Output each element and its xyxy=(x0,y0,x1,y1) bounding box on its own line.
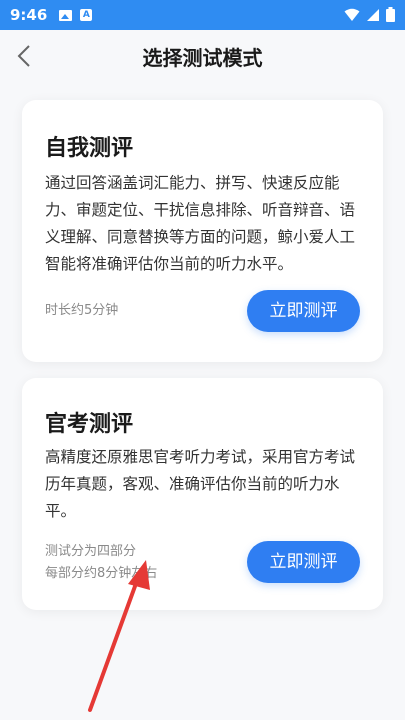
card-description: 高精度还原雅思官考听力考试，采用官方考试历年真题，客观、准确评估你当前的听力水平… xyxy=(45,448,356,520)
annotation-arrow-icon xyxy=(88,560,150,712)
card-description: 通过回答涵盖词汇能力、拼写、快速反应能力、审题定位、干扰信息排除、听音辩音、语义… xyxy=(45,174,356,273)
status-bar: 9:46 A xyxy=(0,0,405,30)
start-official-exam-button[interactable]: 立即测评 xyxy=(247,541,360,583)
battery-icon xyxy=(386,7,395,22)
wifi-icon xyxy=(344,8,360,21)
status-time: 9:46 xyxy=(10,6,48,24)
card-title: 自我测评 xyxy=(45,136,134,161)
card-title: 官考测评 xyxy=(45,412,134,437)
official-exam-card: 官考测评 高精度还原雅思官考听力考试，采用官方考试历年真题，客观、准确评估你当前… xyxy=(22,378,383,610)
self-assessment-card: 自我测评 通过回答涵盖词汇能力、拼写、快速反应能力、审题定位、干扰信息排除、听音… xyxy=(22,100,383,362)
card-parts-info: 测试分为四部分 xyxy=(45,544,137,559)
page-title: 选择测试模式 xyxy=(142,46,263,70)
a-notification-icon: A xyxy=(80,9,93,21)
card-duration: 时长约5分钟 xyxy=(45,303,119,318)
signal-icon xyxy=(367,8,379,21)
image-notification-icon xyxy=(59,9,73,21)
start-self-assessment-button[interactable]: 立即测评 xyxy=(247,290,360,332)
app-header: 选择测试模式 xyxy=(0,30,405,82)
